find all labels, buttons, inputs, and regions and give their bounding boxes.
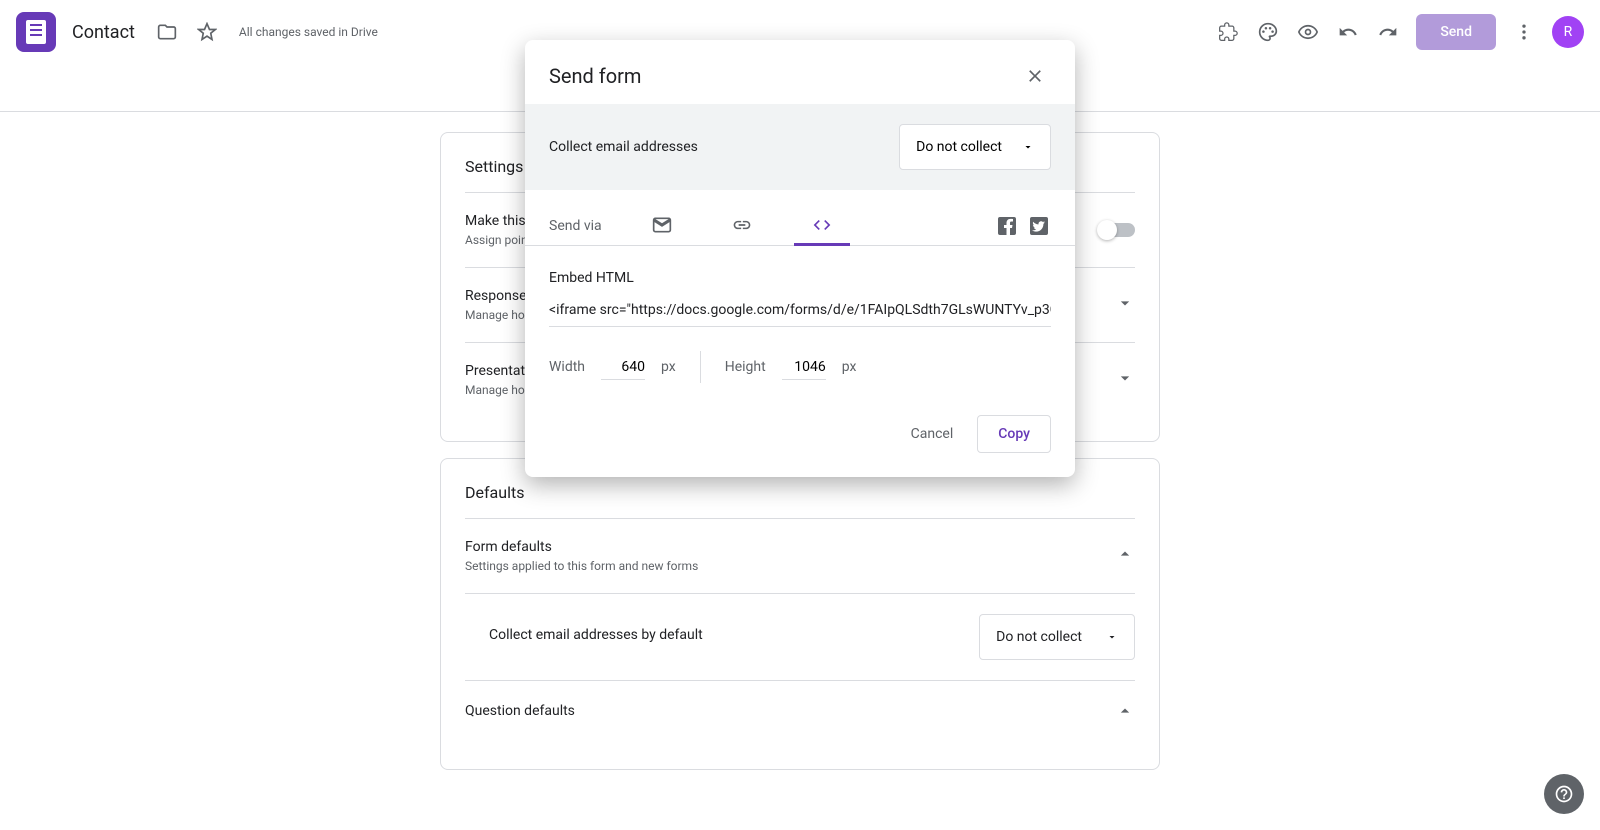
embed-html-input[interactable] — [549, 294, 1051, 327]
tab-email[interactable] — [634, 206, 690, 246]
embed-section: Embed HTML Width px Height px — [525, 245, 1075, 407]
dropdown-arrow-icon — [1022, 137, 1034, 157]
collect-section: Collect email addresses Do not collect — [525, 104, 1075, 190]
dimension-divider — [700, 351, 701, 383]
copy-button[interactable]: Copy — [977, 415, 1051, 453]
height-input[interactable] — [782, 355, 826, 380]
close-icon — [1025, 66, 1045, 86]
tab-link[interactable] — [714, 206, 770, 246]
help-button[interactable] — [1544, 774, 1584, 814]
email-icon — [652, 215, 672, 235]
modal-title: Send form — [549, 64, 641, 88]
width-unit: px — [661, 359, 676, 375]
cancel-button[interactable]: Cancel — [895, 415, 970, 453]
share-facebook-button[interactable] — [995, 214, 1019, 238]
tab-embed[interactable] — [794, 206, 850, 246]
width-input[interactable] — [601, 355, 645, 380]
modal-header: Send form — [525, 40, 1075, 104]
width-label: Width — [549, 359, 585, 375]
social-icons — [995, 214, 1051, 238]
send-tabs — [634, 206, 963, 246]
send-via-row: Send via — [525, 190, 1075, 246]
send-form-modal: Send form Collect email addresses Do not… — [525, 40, 1075, 477]
height-label: Height — [725, 359, 766, 375]
dimensions-row: Width px Height px — [549, 351, 1051, 383]
send-via-label: Send via — [549, 218, 602, 234]
collect-value: Do not collect — [916, 139, 1002, 155]
height-unit: px — [842, 359, 857, 375]
twitter-icon — [1027, 214, 1051, 238]
help-icon — [1554, 784, 1574, 804]
embed-icon — [812, 215, 832, 235]
embed-label: Embed HTML — [549, 270, 1051, 286]
collect-dropdown[interactable]: Do not collect — [899, 124, 1051, 170]
share-twitter-button[interactable] — [1027, 214, 1051, 238]
facebook-icon — [995, 214, 1019, 238]
link-icon — [732, 215, 752, 235]
collect-label: Collect email addresses — [549, 139, 698, 155]
close-button[interactable] — [1019, 60, 1051, 92]
modal-footer: Cancel Copy — [525, 407, 1075, 477]
modal-backdrop: Send form Collect email addresses Do not… — [0, 0, 1600, 830]
